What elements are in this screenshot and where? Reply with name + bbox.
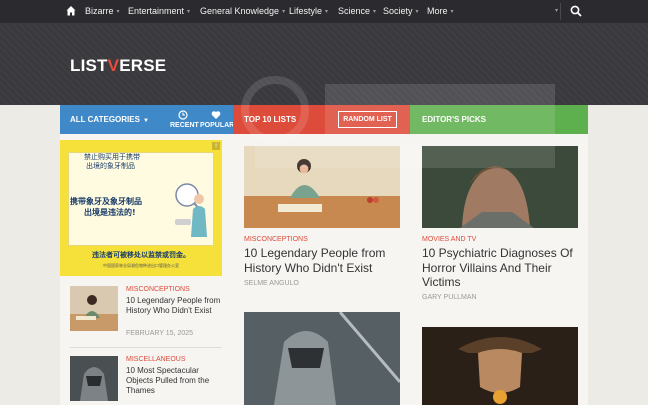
nav-item-science[interactable]: Science ▾ [338, 6, 376, 16]
article-image[interactable] [422, 327, 578, 405]
article-category[interactable]: MOVIES AND TV [422, 236, 476, 243]
article-title[interactable]: 10 Most Spectacular Objects Pulled from … [126, 366, 226, 396]
chevron-down-icon: ▾ [415, 9, 419, 15]
nav-label: Science [338, 6, 371, 16]
nav-label: Entertainment [128, 6, 185, 16]
article-image[interactable] [244, 312, 400, 405]
nav-item-bizarre[interactable]: Bizarre ▾ [85, 6, 120, 16]
editors-picks-bar: EDITOR'S PICKS [410, 105, 588, 134]
article-image[interactable] [244, 146, 400, 228]
chevron-down-icon: ▾ [325, 9, 329, 15]
nav-label: Lifestyle [289, 6, 323, 16]
popular-label: POPULAR [200, 122, 235, 129]
chevron-down-icon: ▾ [282, 9, 286, 15]
logo-accent: V [107, 56, 120, 75]
clock-icon [178, 110, 188, 120]
ad-text-bottom: 违法者可被移处以监禁或罚金。 [92, 251, 190, 259]
recent-button[interactable]: RECENT [170, 110, 199, 129]
ad-text-main: 携带象牙及象牙制品出境是违法的! [70, 196, 142, 218]
ad-text: 携带象牙及象牙制品 [70, 197, 142, 206]
ad-text: 出境是违法的! [84, 208, 136, 217]
divider [70, 347, 222, 348]
nav-label: More [427, 6, 448, 16]
ad-info-icon[interactable]: i [212, 142, 220, 150]
list-item[interactable]: MISCONCEPTIONS 10 Legendary People from … [70, 286, 222, 342]
top-navigation: Bizarre ▾ Entertainment ▾ General Knowledg… [0, 0, 648, 23]
article-image[interactable] [422, 146, 578, 228]
nav-item-lifestyle[interactable]: Lifestyle ▾ [289, 6, 328, 16]
chevron-down-icon: ▾ [450, 9, 454, 15]
ad-illustration [175, 183, 207, 237]
site-header: LISTVERSE [0, 23, 648, 105]
ad-text: 禁止购买用于携带 [84, 153, 140, 161]
top-lists-label[interactable]: TOP 10 LISTS [244, 115, 296, 124]
nav-item-society[interactable]: Society ▾ [383, 6, 419, 16]
article-title[interactable]: 10 Legendary People from History Who Did… [244, 246, 404, 275]
top-lists-bar: TOP 10 LISTS RANDOM LIST [233, 105, 410, 134]
all-categories-bar: ALL CATEGORIES ▼ RECENT POPULAR [60, 105, 235, 134]
logo-text: ERSE [119, 56, 167, 75]
article-author[interactable]: GARY PULLMAN [422, 294, 477, 301]
article-category[interactable]: MISCONCEPTIONS [244, 236, 308, 243]
nav-label: General Knowledge [200, 6, 280, 16]
heart-icon [211, 111, 221, 119]
chevron-down-icon: ▾ [187, 9, 191, 15]
list-item[interactable]: MISCELLANEOUS 10 Most Spectacular Object… [70, 356, 222, 405]
recent-label: RECENT [170, 122, 199, 129]
nav-label: Society [383, 6, 413, 16]
nav-item-general-knowledge[interactable]: General Knowledge ▾ [200, 6, 285, 16]
chevron-down-icon: ▾ [116, 9, 120, 15]
article-category[interactable]: MISCONCEPTIONS [126, 286, 190, 293]
caret-down-icon: ▼ [142, 118, 149, 124]
chevron-down-icon[interactable]: ▾ [555, 7, 558, 14]
article-category[interactable]: MISCELLANEOUS [126, 356, 186, 363]
search-icon[interactable] [570, 5, 582, 17]
random-list-button[interactable]: RANDOM LIST [338, 111, 397, 128]
nav-label: Bizarre [85, 6, 114, 16]
article-author[interactable]: SELME ANGULO [244, 280, 299, 287]
all-categories-label: ALL CATEGORIES [70, 115, 140, 124]
ad-text-top: 禁止购买用于携带 出境的象牙制品 [84, 153, 140, 171]
nav-divider [560, 3, 561, 20]
nav-item-entertainment[interactable]: Entertainment ▾ [128, 6, 190, 16]
editors-picks-label[interactable]: EDITOR'S PICKS [422, 115, 486, 124]
chevron-down-icon: ▾ [373, 9, 377, 15]
article-title[interactable]: 10 Psychiatric Diagnoses Of Horror Villa… [422, 246, 582, 290]
home-icon[interactable] [66, 5, 76, 17]
site-logo[interactable]: LISTVERSE [70, 56, 166, 76]
article-thumbnail[interactable] [70, 356, 118, 401]
all-categories-dropdown[interactable]: ALL CATEGORIES ▼ [70, 115, 149, 124]
logo-text: LIST [70, 56, 108, 75]
ad-text-fineprint: 中国国家林业局濒危物种进出口管理办公室 [103, 263, 179, 268]
advertisement[interactable]: i 禁止购买用于携带 出境的象牙制品 携带象牙及象牙制品出境是违法的! 违法者可被… [60, 140, 222, 276]
popular-button[interactable]: POPULAR [200, 110, 235, 129]
article-title[interactable]: 10 Legendary People from History Who Did… [126, 296, 226, 316]
article-thumbnail[interactable] [70, 286, 118, 331]
article-date: FEBRUARY 15, 2025 [126, 330, 194, 337]
ad-text: 出境的象牙制品 [86, 162, 135, 170]
nav-item-more[interactable]: More ▾ [427, 6, 454, 16]
